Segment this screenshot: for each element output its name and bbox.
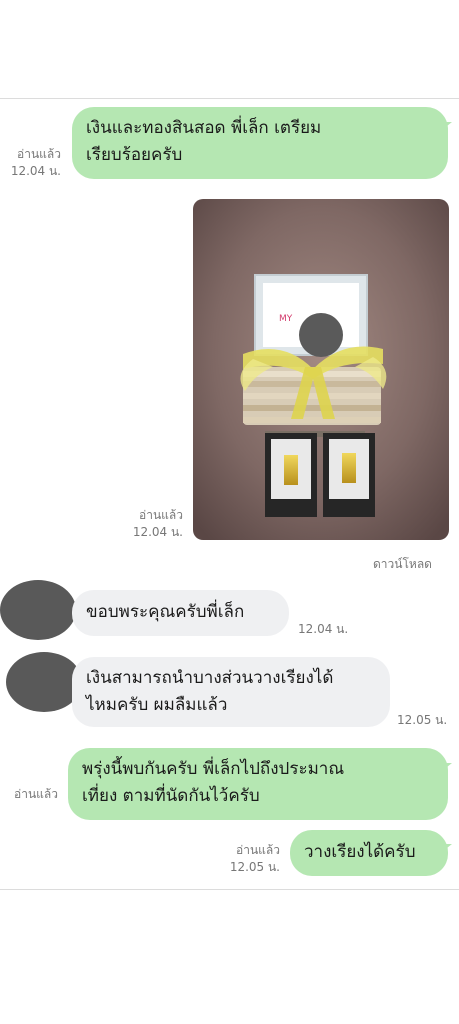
- message-time: 12.05 น.: [397, 713, 448, 727]
- message-text: วางเรียงได้ครับ: [304, 842, 416, 862]
- message-text: เงินสามารถนำบางส่วนวางเรียงได้: [86, 668, 334, 688]
- bubble-tail: [442, 763, 452, 771]
- outgoing-message-bubble[interactable]: เงินและทองสินสอด พี่เล็ก เตรียม เรียบร้อ…: [72, 107, 448, 179]
- avatar[interactable]: [0, 580, 76, 640]
- bubble-tail: [442, 122, 452, 130]
- read-receipt: อ่านแล้ว: [236, 843, 280, 857]
- incoming-message-bubble[interactable]: เงินสามารถนำบางส่วนวางเรียงได้ ไหมครับ ผ…: [72, 657, 390, 727]
- read-receipt: อ่านแล้ว: [14, 787, 58, 801]
- message-time: 12.04 น.: [298, 622, 349, 636]
- download-link[interactable]: ดาวน์โหลด: [373, 555, 432, 574]
- message-text: ขอบพระคุณครับพี่เล็ก: [86, 602, 245, 622]
- bottom-divider: [0, 889, 459, 890]
- outgoing-message-bubble[interactable]: พรุ่งนี้พบกันครับ พี่เล็กไปถึงประมาณ เที…: [68, 748, 448, 820]
- incoming-message-bubble[interactable]: ขอบพระคุณครับพี่เล็ก: [72, 590, 289, 636]
- message-text: เรียบร้อยครับ: [86, 145, 183, 165]
- message-text: เงินและทองสินสอด พี่เล็ก เตรียม: [86, 118, 322, 138]
- message-text: เที่ยง ตามที่นัดกันไว้ครับ: [82, 786, 260, 806]
- read-receipt: อ่านแล้ว: [17, 147, 61, 161]
- outgoing-message-bubble[interactable]: วางเรียงได้ครับ: [290, 830, 448, 876]
- message-text: พรุ่งนี้พบกันครับ พี่เล็กไปถึงประมาณ: [82, 759, 345, 779]
- bubble-tail: [442, 844, 452, 852]
- message-time: 12.04 น.: [10, 164, 61, 178]
- message-time: 12.04 น.: [132, 525, 183, 539]
- message-time: 12.05 น.: [229, 860, 280, 874]
- read-receipt: อ่านแล้ว: [139, 508, 183, 522]
- message-text: ไหมครับ ผมลืมแล้ว: [86, 695, 228, 715]
- photo-message[interactable]: MY: [193, 199, 449, 540]
- frame-brand-text: MY: [279, 314, 293, 324]
- avatar[interactable]: [6, 652, 82, 712]
